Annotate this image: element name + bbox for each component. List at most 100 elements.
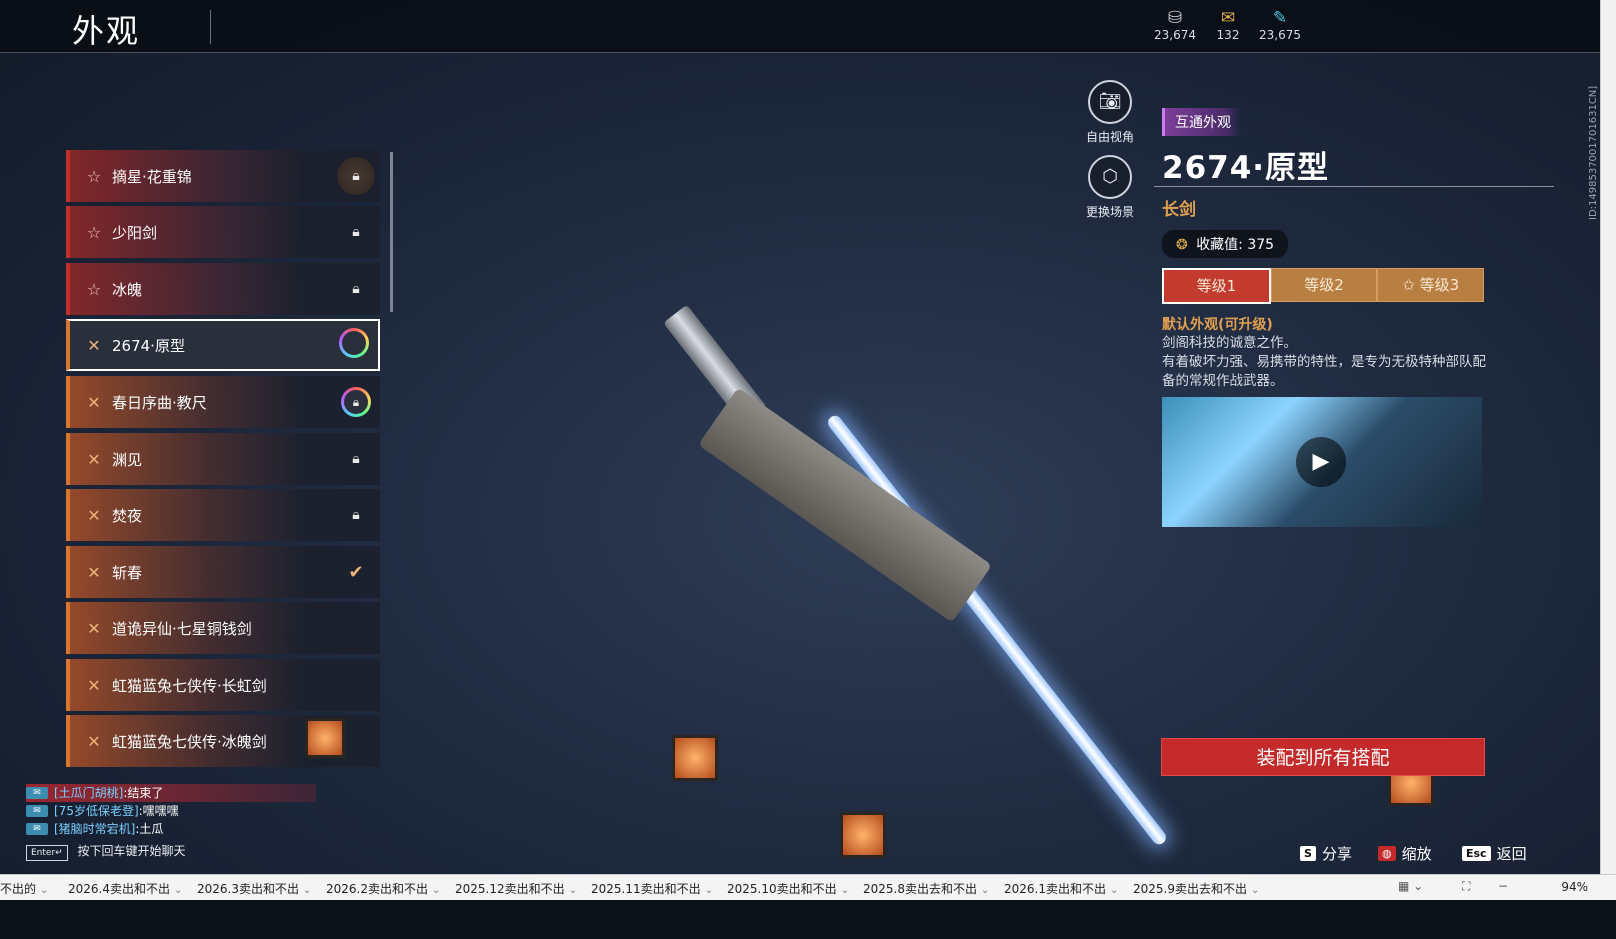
chevron-down-icon: ⌄ — [432, 885, 441, 896]
star-icon: ✩ — [1402, 276, 1420, 294]
currency-value: 23,674 — [1154, 28, 1196, 42]
play-icon[interactable]: ▶ — [1296, 437, 1346, 487]
mouse-icon: ◍ — [1378, 846, 1396, 861]
sheet-tab[interactable]: 2026.2卖出和不出 ⌄ — [326, 880, 440, 897]
chat-message: ✉ [土瓜门胡桃] :结束了 — [26, 784, 316, 802]
chevron-down-icon: ⌄ — [1251, 885, 1260, 896]
list-scrollbar[interactable] — [390, 152, 393, 312]
cube-icon: ⬡ — [1088, 155, 1132, 199]
item-name: 道诡异仙·七星铜钱剑 — [112, 619, 252, 638]
change-scene-label: 更换场景 — [1085, 205, 1134, 219]
currency-value: 23,675 — [1259, 28, 1301, 42]
item-name: 虹猫蓝兔七侠传·冰魄剑 — [112, 732, 267, 751]
coin-icon: ⛁ — [1167, 8, 1183, 28]
chat-hint[interactable]: Enter↵ 按下回车键开始聊天 — [26, 842, 316, 861]
tab-level-3[interactable]: ✩ 等级3 — [1377, 268, 1485, 302]
sheet-tab[interactable]: 2025.12卖出和不出 ⌄ — [455, 880, 577, 897]
page-title: 外观 — [72, 12, 141, 50]
back-button[interactable]: Esc 返回 — [1462, 843, 1527, 864]
list-item[interactable]: ✕ 斩春 ✔ — [66, 546, 380, 598]
item-title: 2674·原型 — [1162, 150, 1330, 186]
star-icon: ☆ — [86, 166, 102, 186]
cross-icon: ✕ — [87, 618, 101, 638]
ticket-icon: ✉ — [1220, 8, 1236, 28]
list-item[interactable]: ☆ 冰魄 🔒︎ — [66, 263, 380, 315]
chat-hint-text: 按下回车键开始聊天 — [77, 844, 186, 858]
cross-icon: ✕ — [87, 675, 101, 695]
appearance-list[interactable]: ☆ 摘星·花重锦 🔒︎ ☆ 少阳剑 🔒︎ ☆ 冰魄 🔒︎ ✕ 2674·原型 ✕… — [66, 150, 384, 800]
preview-video[interactable]: ▶ — [1162, 397, 1482, 527]
top-bar: 外观 ⛁ 23,674 ✉ 132 ✎ 23,675 — [0, 0, 1600, 53]
list-item[interactable]: ✕ 道诡异仙·七星铜钱剑 — [66, 602, 380, 654]
list-item[interactable]: ☆ 少阳剑 🔒︎ — [66, 206, 380, 258]
chat-user[interactable]: [土瓜门胡桃] — [54, 784, 123, 802]
equip-all-button[interactable]: 装配到所有搭配 — [1161, 738, 1485, 776]
chat-text: :结束了 — [123, 786, 164, 800]
list-item[interactable]: ☆ 摘星·花重锦 🔒︎ — [66, 150, 380, 202]
item-name: 焚夜 — [112, 506, 143, 525]
detail-panel: 互通外观 2674·原型 长剑 ❂ 收藏值: 375 等级1 等级2 ✩ 等级3… — [1162, 108, 1492, 527]
zoom-out-icon[interactable]: − — [1498, 879, 1508, 893]
sheet-tab[interactable]: 2026.3卖出和不出 ⌄ — [197, 880, 311, 897]
chat-box: ✉ [土瓜门胡桃] :结束了 ✉ [75岁低保老登] :嘿嘿嘿 ✉ [猪脑时常宕… — [26, 784, 316, 861]
list-item-selected[interactable]: ✕ 2674·原型 — [66, 319, 380, 371]
list-item[interactable]: ✕ 焚夜 🔒︎ — [66, 489, 380, 541]
free-view-button[interactable]: 📷︎ 自由视角 — [1080, 80, 1140, 145]
chevron-down-icon: ⌄ — [568, 885, 578, 896]
currency-ticket: ✉ 132 — [1198, 8, 1258, 42]
collection-label: 收藏值: 375 — [1196, 237, 1275, 253]
share-label: 分享 — [1321, 845, 1352, 863]
free-view-label: 自由视角 — [1085, 130, 1134, 144]
chevron-down-icon: ⌄ — [981, 885, 990, 896]
share-button[interactable]: S 分享 — [1300, 843, 1352, 864]
grid-view-icon[interactable]: ▦ ⌄ — [1398, 879, 1423, 893]
sheet-tabs-bar: 不出的 ⌄ 2026.4卖出和不出 ⌄ 2026.3卖出和不出 ⌄ 2026.2卖出和… — [0, 874, 1616, 901]
window-edge — [1600, 0, 1616, 900]
list-item[interactable]: ✕ 虹猫蓝兔七侠传·长虹剑 — [66, 659, 380, 711]
chat-user[interactable]: [75岁低保老登] — [54, 802, 139, 820]
sheet-tab[interactable]: 2025.9卖出去和不出 ⌄ — [1133, 880, 1259, 897]
sheet-tab[interactable]: 2026.1卖出和不出 ⌄ — [1004, 880, 1118, 897]
list-item[interactable]: ✕ 春日序曲·教尺 🔒︎ — [66, 376, 380, 428]
description-line-2: 有着破坏力强、易携带的特性，是专为无极特种部队配备的常规作战武器。 — [1162, 354, 1486, 389]
chat-channel-icon: ✉ — [26, 805, 48, 817]
item-name: 斩春 — [112, 563, 143, 582]
sheet-tab[interactable]: 2025.11卖出和不出 ⌄ — [591, 880, 713, 897]
player-id: ID:1498537001701631CN] — [1588, 85, 1599, 220]
sheet-tab[interactable]: 2025.8卖出去和不出 ⌄ — [863, 880, 989, 897]
change-scene-button[interactable]: ⬡ 更换场景 — [1080, 155, 1140, 220]
star-icon: ☆ — [86, 222, 102, 242]
lock-icon: 🔒︎ — [352, 507, 360, 523]
chevron-down-icon: ⌄ — [1110, 885, 1119, 896]
cross-icon: ✕ — [87, 505, 101, 525]
cross-icon: ✕ — [87, 335, 101, 355]
sheet-tab[interactable]: 2025.10卖出和不出 ⌄ — [727, 880, 849, 897]
currency-coin: ⛁ 23,674 — [1145, 8, 1205, 42]
cross-icon: ✕ — [87, 449, 101, 469]
esc-key-icon: Esc — [1462, 846, 1491, 861]
item-name: 春日序曲·教尺 — [112, 393, 207, 412]
chevron-down-icon: ⌄ — [174, 885, 183, 896]
item-name: 摘星·花重锦 — [112, 167, 192, 186]
chevron-down-icon: ⌄ — [704, 885, 714, 896]
fullscreen-icon[interactable]: ⛶ — [1462, 879, 1470, 894]
cross-icon: ✕ — [87, 731, 101, 751]
zoom-button[interactable]: ◍ 缩放 — [1378, 843, 1432, 864]
sheet-tab[interactable]: 2026.4卖出和不出 ⌄ — [68, 880, 182, 897]
item-name: 2674·原型 — [112, 336, 185, 355]
list-item[interactable]: ✕ 渊见 🔒︎ — [66, 433, 380, 485]
chat-user[interactable]: [猪脑时常宕机] — [54, 820, 135, 838]
currency-feather: ✎ 23,675 — [1250, 8, 1310, 42]
chat-text: :嘿嘿嘿 — [138, 804, 179, 818]
tab-level-1[interactable]: 等级1 — [1162, 268, 1271, 304]
sword-blade — [825, 412, 1169, 848]
lantern — [840, 812, 886, 858]
cross-icon: ✕ — [87, 562, 101, 582]
lock-icon: 🔒︎ — [352, 224, 360, 240]
lantern — [305, 718, 345, 758]
cross-icon: ✕ — [87, 392, 101, 412]
chat-text: :土瓜 — [135, 822, 164, 836]
sheet-tab[interactable]: 不出的 ⌄ — [0, 880, 48, 897]
lock-icon: 🔒︎ — [332, 157, 380, 195]
tab-level-2[interactable]: 等级2 — [1270, 268, 1378, 302]
